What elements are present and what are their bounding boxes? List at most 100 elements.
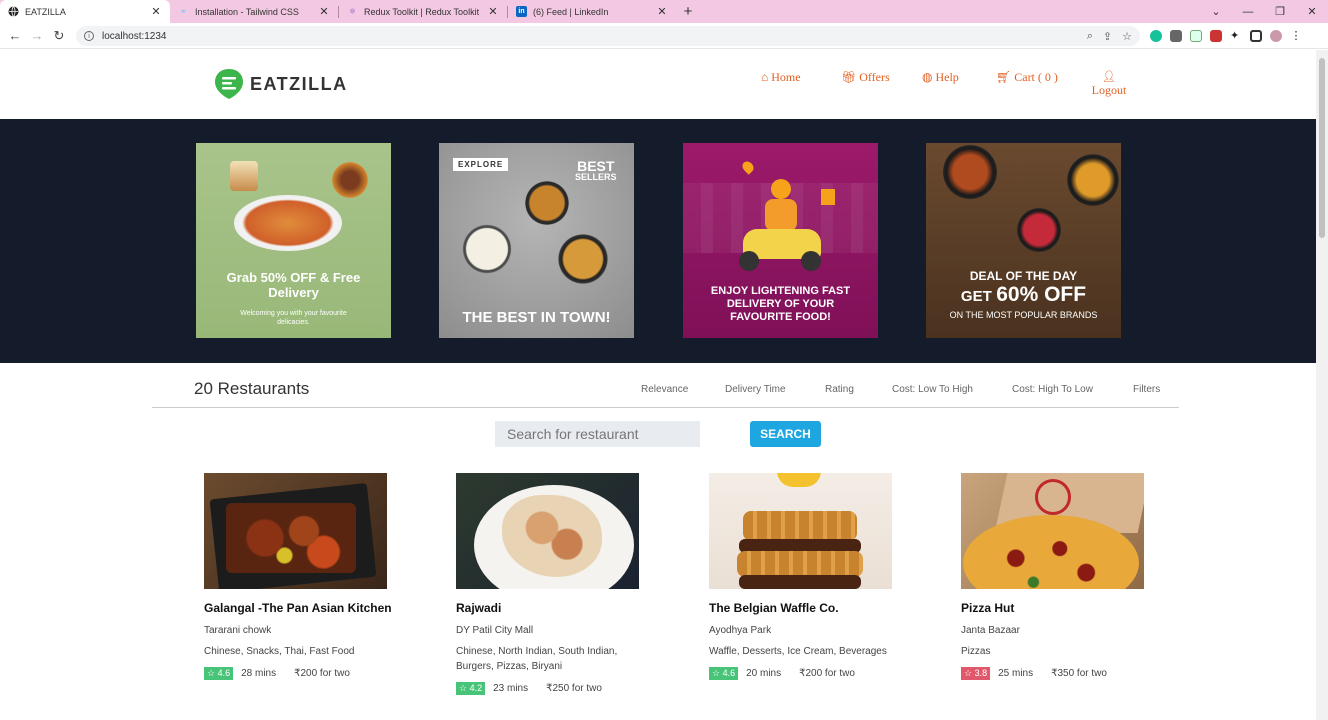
close-tab-icon[interactable]: ✕ — [656, 5, 668, 18]
extension-icon[interactable] — [1170, 30, 1182, 42]
close-tab-icon[interactable]: ✕ — [318, 5, 330, 18]
restore-button[interactable]: ❐ — [1264, 5, 1296, 18]
restaurant-name: Rajwadi — [456, 601, 502, 615]
restaurant-image — [456, 473, 639, 589]
nav-cart[interactable]: 🛒︎ Cart ( 0 ) — [996, 70, 1058, 85]
url-field[interactable]: i localhost:1234 ⌕ ⇪ ☆ — [76, 26, 1140, 46]
puzzle-icon[interactable]: ✦ — [1230, 30, 1242, 42]
offer-banner-card[interactable]: ENJOY LIGHTENING FAST DELIVERY OF YOUR F… — [683, 143, 878, 338]
restaurant-location: Janta Bazaar — [961, 625, 1020, 636]
offer-banner-card[interactable]: EXPLORE BEST SELLERS THE BEST IN TOWN! — [439, 143, 634, 338]
page-scrollbar[interactable] — [1316, 50, 1328, 720]
menu-icon[interactable]: ⋮ — [1290, 30, 1302, 42]
rating-badge: ☆ 3.8 — [961, 667, 991, 680]
offer-banner-card[interactable]: DEAL OF THE DAY GET 60% OFF ON THE MOST … — [926, 143, 1121, 338]
restaurant-card[interactable]: Galangal -The Pan Asian Kitchen Tararani… — [204, 473, 394, 680]
restaurant-cuisines: Pizzas — [961, 646, 991, 657]
sort-cost-high-low[interactable]: Cost: High To Low — [1012, 384, 1093, 395]
window-controls: ⌄ — ❐ ✕ — [1200, 0, 1328, 23]
profile-avatar[interactable] — [1270, 30, 1282, 42]
extension-icon[interactable] — [1190, 30, 1202, 42]
redux-icon: ⚛ — [348, 7, 357, 16]
tab-redux[interactable]: ⚛ Redux Toolkit | Redux Toolkit ✕ — [339, 0, 507, 23]
salad-bowl-image — [1012, 203, 1066, 257]
offer-banner-card[interactable]: Grab 50% OFF & Free Delivery Welcoming y… — [196, 143, 391, 338]
banner-headline: Grab 50% OFF & Free Delivery — [226, 270, 361, 300]
close-tab-icon[interactable]: ✕ — [487, 5, 499, 18]
restaurant-name: Galangal -The Pan Asian Kitchen — [204, 601, 392, 615]
browser-tab-bar: EATZILLA ✕ ≈ Installation - Tailwind CSS… — [0, 0, 1328, 23]
tab-title: EATZILLA — [25, 6, 66, 17]
tab-search-icon[interactable]: ⌄ — [1200, 5, 1232, 18]
sort-rating[interactable]: Rating — [825, 384, 854, 395]
restaurant-location: Tararani chowk — [204, 625, 272, 636]
restaurant-cuisines: Waffle, Desserts, Ice Cream, Beverages — [709, 646, 887, 657]
search-row: SEARCH — [0, 408, 1316, 460]
restaurant-meta: ☆ 4.2 23 mins ₹250 for two — [456, 682, 646, 695]
close-window-button[interactable]: ✕ — [1296, 5, 1328, 18]
restaurant-cuisines: Chinese, Snacks, Thai, Fast Food — [204, 646, 355, 657]
restaurant-card[interactable]: The Belgian Waffle Co. Ayodhya Park Waff… — [709, 473, 899, 680]
share-icon[interactable]: ⇪ — [1103, 30, 1112, 43]
restaurant-name: Pizza Hut — [961, 601, 1015, 615]
bookmark-star-icon[interactable]: ☆ — [1122, 30, 1132, 43]
back-button[interactable]: ← — [4, 28, 26, 43]
eatzilla-logo-icon — [215, 69, 243, 99]
nav-logout-label: Logout — [1091, 83, 1127, 97]
delivery-time: 20 mins — [746, 668, 782, 679]
delivery-time: 25 mins — [998, 668, 1034, 679]
sort-delivery-time[interactable]: Delivery Time — [725, 384, 786, 395]
forward-button[interactable]: → — [26, 28, 48, 43]
search-button[interactable]: SEARCH — [750, 421, 821, 447]
sort-bar: 20 Restaurants Relevance Delivery Time R… — [0, 363, 1316, 408]
cost-for-two: ₹350 for two — [1051, 668, 1107, 679]
close-tab-icon[interactable]: ✕ — [150, 5, 162, 18]
deal-line-3: ON THE MOST POPULAR BRANDS — [949, 310, 1098, 320]
food-plate-image — [517, 173, 577, 233]
address-bar: ← → ↻ i localhost:1234 ⌕ ⇪ ☆ ✦ ⋮ — [0, 23, 1328, 49]
tab-eatzilla[interactable]: EATZILLA ✕ — [0, 0, 170, 23]
restaurant-card[interactable]: Pizza Hut Janta Bazaar Pizzas ☆ 3.8 25 m… — [961, 473, 1151, 680]
rating-badge: ☆ 4.2 — [456, 682, 486, 695]
dosa-plate-image — [549, 225, 617, 293]
pizza-image — [234, 195, 342, 251]
tab-tailwind[interactable]: ≈ Installation - Tailwind CSS ✕ — [170, 0, 338, 23]
location-pin-icon — [740, 159, 756, 175]
deal-line-2: GET 60% OFF — [926, 283, 1121, 307]
scrollbar-thumb[interactable] — [1319, 58, 1325, 238]
minimize-button[interactable]: — — [1232, 6, 1264, 18]
sidebar-icon[interactable] — [1250, 30, 1262, 42]
logo[interactable]: EATZILLA — [214, 68, 348, 100]
sort-cost-low-high[interactable]: Cost: Low To High — [892, 384, 973, 395]
filters-button[interactable]: Filters — [1133, 384, 1160, 395]
search-input[interactable] — [495, 421, 700, 447]
nav-offers[interactable]: 🎁︎ Offers — [841, 70, 890, 85]
tab-title: (6) Feed | LinkedIn — [533, 6, 609, 17]
nav-home[interactable]: ⌂ Home — [761, 70, 801, 85]
tab-linkedin[interactable]: in (6) Feed | LinkedIn ✕ — [508, 0, 676, 23]
cost-for-two: ₹200 for two — [294, 668, 350, 679]
site-header: EATZILLA ⌂ Home 🎁︎ Offers ◍ Help 🛒︎ Cart ( 0… — [0, 50, 1316, 119]
restaurant-image — [961, 473, 1144, 589]
extensions-area: ✦ ⋮ — [1150, 26, 1302, 46]
restaurant-image — [204, 473, 387, 589]
burger-image — [328, 161, 372, 199]
cart-icon: 🛒︎ — [996, 70, 1012, 84]
banner-headline: THE BEST IN TOWN! — [462, 309, 611, 326]
grammarly-extension-icon[interactable] — [1150, 30, 1162, 42]
home-icon: ⌂ — [761, 70, 769, 84]
reload-button[interactable]: ↻ — [48, 28, 70, 44]
tab-title: Redux Toolkit | Redux Toolkit — [364, 6, 480, 17]
zoom-icon[interactable]: ⌕ — [1087, 30, 1093, 43]
extension-icon[interactable] — [1210, 30, 1222, 42]
new-tab-button[interactable]: + — [676, 0, 700, 23]
site-info-icon[interactable]: i — [84, 31, 94, 41]
nav-help-label: Help — [935, 70, 959, 84]
restaurant-image — [709, 473, 892, 589]
delivery-time: 28 mins — [241, 668, 277, 679]
restaurant-name: The Belgian Waffle Co. — [709, 601, 839, 615]
restaurant-card[interactable]: Rajwadi DY Patil City Mall Chinese, Nort… — [456, 473, 646, 695]
nav-help[interactable]: ◍ Help — [922, 70, 959, 85]
sort-relevance[interactable]: Relevance — [641, 384, 688, 395]
nav-logout[interactable]: 👤︎ Logout — [1091, 70, 1127, 98]
